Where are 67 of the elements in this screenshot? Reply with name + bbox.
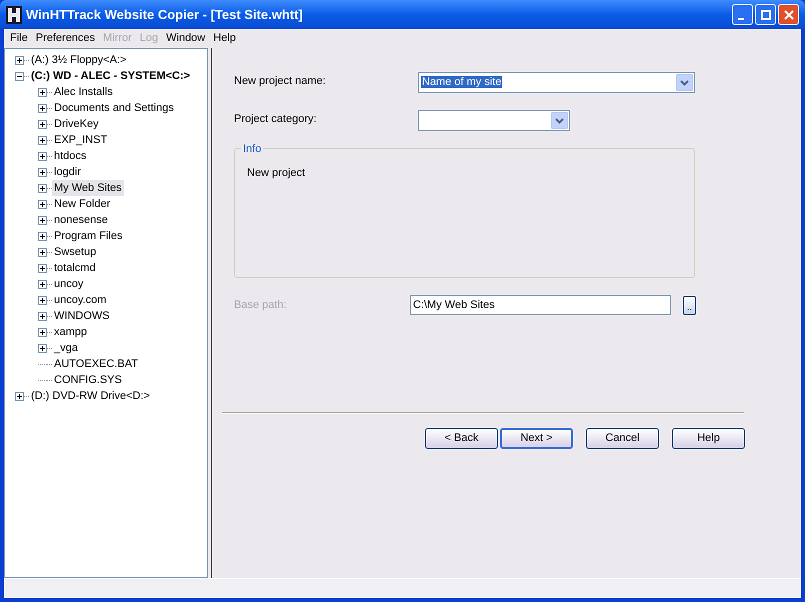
dialog-button[interactable]: < Back [425, 428, 498, 449]
collapse-icon[interactable] [15, 72, 24, 80]
tree-item[interactable]: Swsetup [52, 244, 98, 260]
expand-icon[interactable] [38, 264, 47, 272]
tree-item[interactable]: DriveKey [52, 116, 101, 132]
field-value: Name of my site [421, 76, 502, 88]
expand-icon[interactable] [38, 232, 47, 240]
menu-item[interactable]: File [6, 30, 32, 47]
tree-item[interactable]: nonesense [52, 212, 110, 228]
close-button[interactable] [778, 4, 799, 25]
info-text: New project [247, 167, 306, 179]
app-logo-icon [6, 6, 22, 24]
maximize-button[interactable] [755, 4, 776, 25]
tree-item[interactable]: Documents and Settings [52, 100, 176, 116]
field-label: Project category: [234, 112, 318, 127]
tree-item[interactable]: (D:) DVD-RW Drive<D:> [29, 388, 152, 404]
tree-item[interactable]: CONFIG.SYS [52, 372, 124, 388]
base-path-field[interactable]: C:\My Web Sites [410, 295, 671, 315]
tree-item[interactable]: uncoy.com [52, 292, 108, 308]
tree-item[interactable]: WINDOWS [52, 308, 112, 324]
expand-icon[interactable] [15, 392, 24, 400]
combo-box[interactable]: Name of my site [418, 72, 695, 93]
tree-item[interactable]: New Folder [52, 196, 112, 212]
minimize-button[interactable] [732, 4, 753, 25]
expand-icon[interactable] [38, 248, 47, 256]
maximize-icon [760, 10, 770, 20]
window-title: WinHTTrack Website Copier - [Test Site.whtt] [26, 6, 304, 24]
minimize-icon [738, 18, 744, 20]
tree-item[interactable]: My Web Sites [52, 180, 124, 196]
expand-icon[interactable] [38, 328, 47, 336]
dialog-button[interactable]: Help [672, 428, 745, 449]
expand-icon[interactable] [38, 120, 47, 128]
menu-item[interactable]: Help [209, 30, 240, 47]
expand-icon[interactable] [15, 56, 24, 64]
menu-item[interactable]: Window [162, 30, 210, 47]
tree-item[interactable]: Alec Installs [52, 84, 115, 100]
expand-icon[interactable] [38, 280, 47, 288]
tree-item[interactable]: Program Files [52, 228, 124, 244]
tree-item[interactable]: _vga [52, 340, 80, 356]
tree-item[interactable]: EXP_INST [52, 132, 110, 148]
expand-icon[interactable] [38, 104, 47, 112]
expand-icon[interactable] [38, 344, 47, 352]
expand-icon[interactable] [38, 184, 47, 192]
tree-item[interactable]: AUTOEXEC.BAT [52, 356, 140, 372]
dialog-button[interactable]: Cancel [586, 428, 659, 449]
field-label: Base path: [234, 298, 288, 313]
dialog-button[interactable]: Next > [500, 428, 573, 449]
expand-icon[interactable] [38, 136, 47, 144]
expand-icon[interactable] [38, 296, 47, 304]
expand-icon[interactable] [38, 216, 47, 224]
expand-icon[interactable] [38, 168, 47, 176]
tree-item[interactable]: (A:) 3½ Floppy<A:> [29, 52, 128, 68]
tree-item[interactable]: uncoy [52, 276, 86, 292]
browse-button[interactable]: .. [683, 296, 696, 314]
tree-item[interactable]: htdocs [52, 148, 88, 164]
tree-item[interactable]: logdir [52, 164, 83, 180]
field-label: New project name: [234, 74, 327, 89]
expand-icon[interactable] [38, 200, 47, 208]
expand-icon[interactable] [38, 88, 47, 96]
expand-icon[interactable] [38, 312, 47, 320]
menu-item[interactable]: Preferences [32, 30, 100, 47]
expand-icon[interactable] [38, 152, 47, 160]
close-icon [784, 10, 794, 20]
tree-item[interactable]: (C:) WD - ALEC - SYSTEM<C:> [29, 68, 192, 84]
tree-item[interactable]: totalcmd [52, 260, 98, 276]
tree-item[interactable]: xampp [52, 324, 90, 340]
combo-box[interactable] [418, 110, 570, 131]
